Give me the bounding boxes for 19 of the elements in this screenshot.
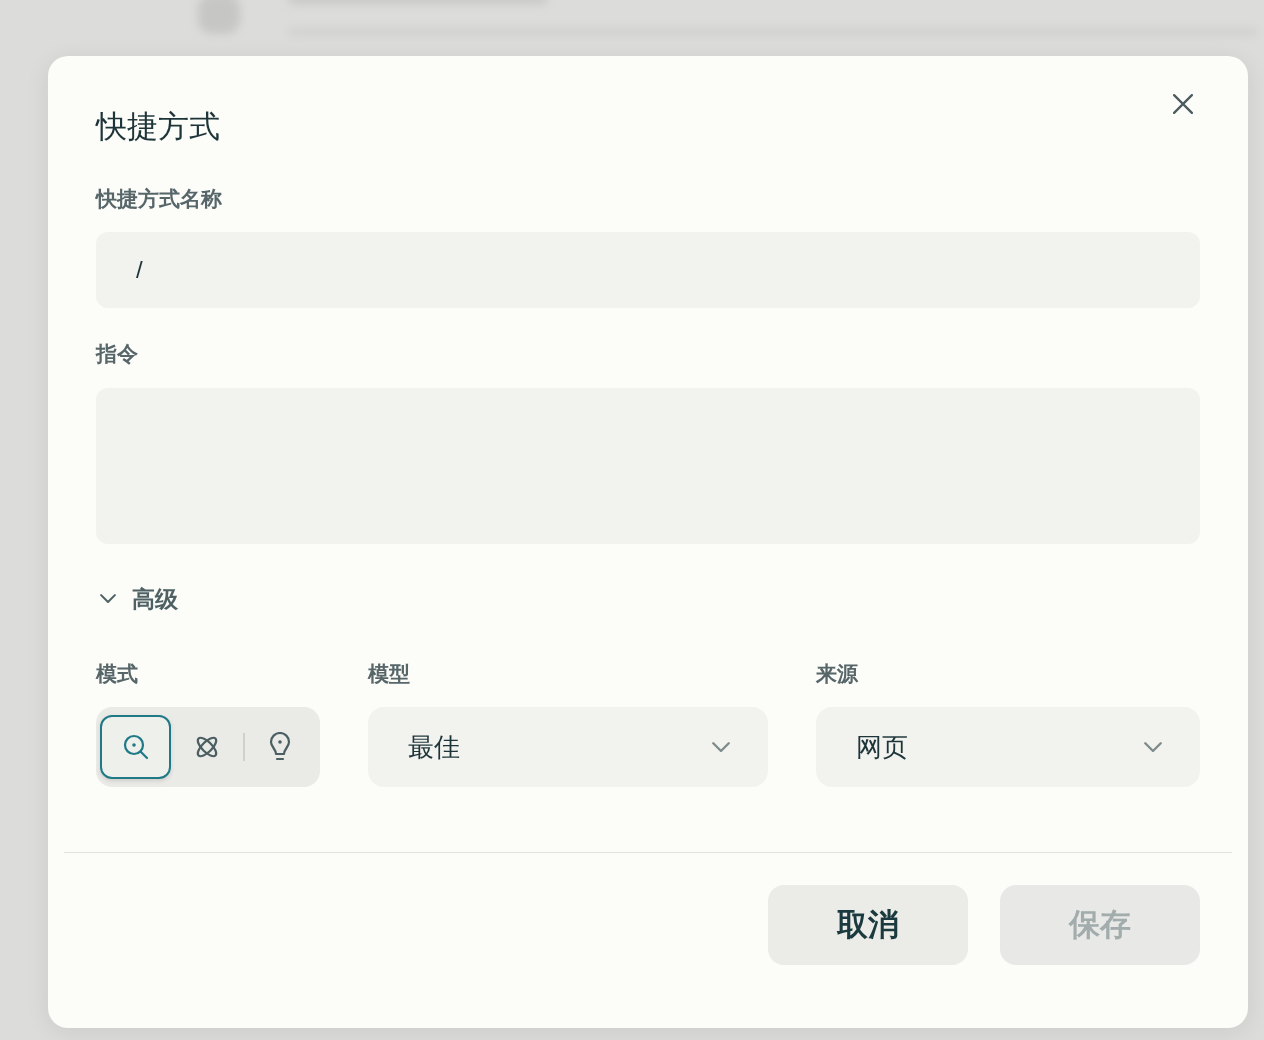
cancel-button[interactable]: 取消 (768, 885, 968, 965)
chevron-down-icon (1144, 741, 1162, 753)
close-icon (1173, 94, 1193, 114)
shortcut-name-field[interactable]: / (96, 232, 1200, 308)
model-dropdown[interactable]: 最佳 (368, 707, 768, 787)
lightbulb-icon (269, 732, 292, 762)
chevron-down-icon (712, 741, 730, 753)
field-label: 指令 (96, 341, 138, 367)
chevron-icon (100, 594, 116, 604)
close-button[interactable] (1173, 94, 1193, 114)
mode-label: 模式 (96, 661, 138, 687)
model-label: 模型 (368, 661, 410, 687)
dialog-title: 快捷方式 (96, 108, 220, 146)
source-label: 来源 (816, 661, 858, 687)
mode-option[interactable] (100, 715, 172, 779)
advanced-toggle[interactable]: 高级 (96, 584, 178, 614)
search-icon (121, 733, 150, 761)
source-dropdown[interactable]: 网页 (816, 707, 1200, 787)
field-label: 快捷方式名称 (96, 186, 222, 212)
